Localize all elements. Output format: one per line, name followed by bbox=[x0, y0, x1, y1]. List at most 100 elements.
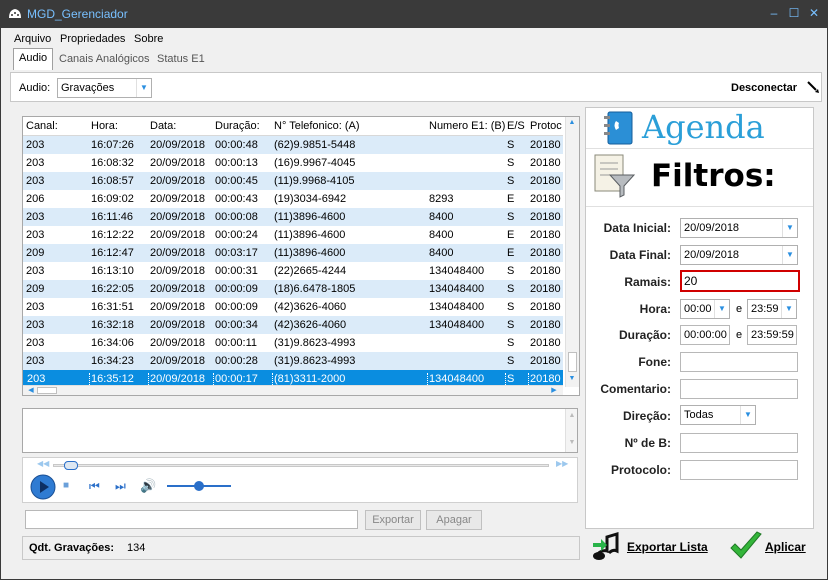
disconnect-button[interactable]: Desconectar bbox=[731, 82, 797, 94]
seek-thumb[interactable] bbox=[63, 461, 78, 470]
direcao-select[interactable]: Todas ▼ bbox=[680, 405, 756, 425]
cell-hora: 16:11:46 bbox=[91, 211, 134, 223]
table-row[interactable]: 209 16:12:47 20/09/2018 00:03:17 (11)3896-46… bbox=[23, 244, 563, 262]
cell-protocolo: 20180 bbox=[530, 157, 561, 169]
audio-source-select[interactable]: Gravações ▼ bbox=[57, 78, 152, 98]
duracao-label: Duração: bbox=[618, 328, 671, 342]
comentario-label: Comentario: bbox=[600, 382, 671, 396]
tab-canais-analogicos[interactable]: Canais Analógicos bbox=[54, 50, 155, 70]
table-row[interactable]: 203 16:08:32 20/09/2018 00:00:13 (16)9.9967-… bbox=[23, 154, 563, 172]
col-telefone[interactable]: N° Telefonico: (A) bbox=[274, 120, 360, 132]
chevron-down-icon[interactable]: ▼ bbox=[714, 300, 729, 318]
minimize-icon[interactable]: – bbox=[766, 5, 782, 21]
table-row[interactable]: 203 16:31:51 20/09/2018 00:00:09 (42)3626-40… bbox=[23, 298, 563, 316]
export-button[interactable]: Exportar bbox=[365, 510, 421, 530]
chevron-down-icon[interactable]: ▼ bbox=[740, 406, 755, 424]
maximize-icon[interactable]: ☐ bbox=[786, 5, 802, 21]
table-row[interactable]: 209 16:22:05 20/09/2018 00:00:09 (18)6.6478-… bbox=[23, 280, 563, 298]
col-duracao[interactable]: Duração: bbox=[215, 120, 260, 132]
vertical-scrollbar[interactable]: ▲ ▼ bbox=[565, 117, 579, 387]
table-row[interactable]: 203 16:34:23 20/09/2018 00:00:28 (31)9.8623-… bbox=[23, 352, 563, 370]
col-hora[interactable]: Hora: bbox=[91, 120, 118, 132]
tab-audio[interactable]: Audio bbox=[13, 48, 54, 70]
fast-forward-icon[interactable]: ▶▶ bbox=[556, 459, 568, 468]
cell-telefone: (11)3896-4600 bbox=[274, 247, 346, 259]
scroll-thumb[interactable] bbox=[568, 352, 577, 372]
data-final-picker[interactable]: 20/09/2018 ▼ bbox=[680, 245, 798, 265]
comment-box[interactable]: ▲ ▼ bbox=[22, 408, 578, 453]
cell-hora: 16:13:10 bbox=[91, 265, 134, 277]
scroll-right-icon[interactable]: ▶ bbox=[548, 386, 560, 394]
horizontal-scrollbar[interactable]: ◀ ▶ bbox=[23, 385, 563, 395]
play-icon[interactable] bbox=[30, 474, 56, 500]
hora-from-picker[interactable]: 00:00 ▼ bbox=[680, 299, 730, 319]
col-numero-e1[interactable]: Numero E1: (B) bbox=[429, 120, 505, 132]
scroll-up-icon[interactable]: ▲ bbox=[566, 412, 578, 419]
tab-status-e1[interactable]: Status E1 bbox=[152, 50, 210, 70]
scroll-down-icon[interactable]: ▼ bbox=[566, 439, 578, 446]
cell-hora: 16:34:06 bbox=[91, 337, 134, 349]
hora-to-picker[interactable]: 23:59 ▼ bbox=[747, 299, 797, 319]
delete-button[interactable]: Apagar bbox=[426, 510, 482, 530]
cell-es: S bbox=[507, 265, 515, 277]
recordings-grid[interactable]: Canal: Hora: Data: Duração: N° Telefonic… bbox=[22, 116, 580, 396]
comentario-input[interactable] bbox=[680, 379, 798, 399]
chevron-down-icon[interactable]: ▼ bbox=[781, 300, 796, 318]
table-row[interactable]: 206 16:09:02 20/09/2018 00:00:43 (19)3034-69… bbox=[23, 190, 563, 208]
col-es[interactable]: E/S bbox=[507, 120, 525, 132]
cell-numero-e1: 134048400 bbox=[429, 319, 485, 331]
scroll-up-icon[interactable]: ▲ bbox=[566, 119, 578, 126]
hscroll-thumb[interactable] bbox=[37, 387, 57, 394]
volume-icon[interactable]: 🔊 bbox=[140, 478, 156, 494]
duracao-to-input[interactable]: 23:59:59 bbox=[747, 325, 797, 345]
seek-bar[interactable] bbox=[53, 461, 549, 470]
cell-telefone: (16)9.9967-4045 bbox=[274, 157, 356, 169]
close-icon[interactable]: ✕ bbox=[806, 5, 822, 21]
table-row[interactable]: 203 16:07:26 20/09/2018 00:00:48 (62)9.9851-… bbox=[23, 136, 563, 154]
cell-es: S bbox=[507, 211, 515, 223]
table-row[interactable]: 203 16:34:06 20/09/2018 00:00:11 (31)9.8623-… bbox=[23, 334, 563, 352]
ramais-input[interactable]: 20 bbox=[680, 270, 800, 292]
cell-protocolo: 20180 bbox=[530, 139, 561, 151]
cell-data: 20/09/2018 bbox=[150, 175, 206, 187]
stop-icon[interactable]: ■ bbox=[63, 480, 69, 491]
menu-propriedades[interactable]: Propriedades bbox=[60, 33, 125, 45]
col-protocolo[interactable]: Protoc bbox=[530, 120, 562, 132]
scroll-left-icon[interactable]: ◀ bbox=[25, 386, 37, 394]
hora-separator: e bbox=[736, 303, 743, 315]
export-list-icon[interactable] bbox=[591, 531, 623, 561]
table-row[interactable]: 203 16:11:46 20/09/2018 00:00:08 (11)3896-46… bbox=[23, 208, 563, 226]
protocolo-input[interactable] bbox=[680, 460, 798, 480]
file-path-field[interactable] bbox=[25, 510, 358, 529]
table-row[interactable]: 203 16:13:10 20/09/2018 00:00:31 (22)2665-42… bbox=[23, 262, 563, 280]
duracao-from-input[interactable]: 00:00:00 bbox=[680, 325, 730, 345]
cell-numero-e1: 134048400 bbox=[427, 373, 502, 385]
direcao-label: Direção: bbox=[622, 409, 671, 423]
menu-arquivo[interactable]: Arquivo bbox=[14, 33, 51, 45]
fone-input[interactable] bbox=[680, 352, 798, 372]
volume-slider[interactable] bbox=[167, 481, 231, 491]
volume-thumb[interactable] bbox=[194, 481, 204, 491]
data-inicial-picker[interactable]: 20/09/2018 ▼ bbox=[680, 218, 798, 238]
comment-scrollbar[interactable]: ▲ ▼ bbox=[565, 409, 577, 452]
export-list-button[interactable]: Exportar Lista bbox=[627, 540, 708, 554]
cell-duracao: 00:00:13 bbox=[215, 157, 258, 169]
chevron-down-icon[interactable]: ▼ bbox=[782, 246, 797, 264]
cell-data: 20/09/2018 bbox=[148, 373, 210, 385]
table-row[interactable]: 203 16:12:22 20/09/2018 00:00:24 (11)3896-46… bbox=[23, 226, 563, 244]
col-canal[interactable]: Canal: bbox=[26, 120, 58, 132]
cell-hora: 16:32:18 bbox=[91, 319, 134, 331]
scroll-down-icon[interactable]: ▼ bbox=[566, 375, 578, 382]
chevron-down-icon[interactable]: ▼ bbox=[782, 219, 797, 237]
table-row[interactable]: 203 16:08:57 20/09/2018 00:00:45 (11)9.9968-… bbox=[23, 172, 563, 190]
n-de-b-input[interactable] bbox=[680, 433, 798, 453]
table-row[interactable]: 203 16:32:18 20/09/2018 00:00:34 (42)3626-40… bbox=[23, 316, 563, 334]
menu-sobre[interactable]: Sobre bbox=[134, 33, 163, 45]
audio-player: ◀◀ ▶▶ ■ ⏮ ⏭ 🔊 bbox=[22, 457, 578, 503]
previous-icon[interactable]: ⏮ bbox=[89, 479, 100, 494]
next-icon[interactable]: ⏭ bbox=[115, 479, 126, 494]
apply-button[interactable]: Aplicar bbox=[765, 540, 806, 554]
col-data[interactable]: Data: bbox=[150, 120, 176, 132]
checkmark-icon[interactable] bbox=[729, 530, 763, 562]
rewind-icon[interactable]: ◀◀ bbox=[37, 459, 49, 468]
